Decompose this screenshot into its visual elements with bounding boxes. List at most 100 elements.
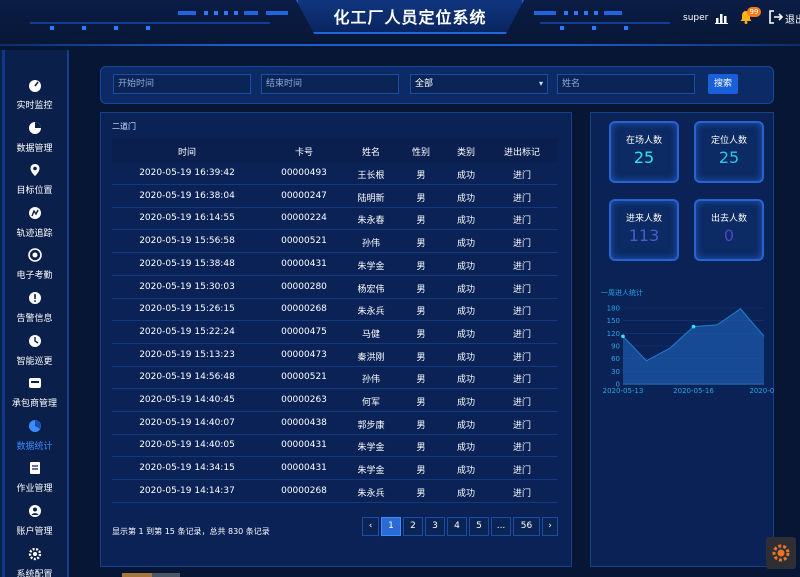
table-cell: 00000521	[281, 372, 327, 383]
sidebar-item-label: 作业管理	[16, 484, 53, 495]
table-cell: 00000473	[281, 349, 327, 360]
table-cell: 朱永兵	[357, 307, 385, 318]
weekly-entry-chart: 18015012090603002020-05-13 2020-05-16 2020…	[603, 305, 774, 395]
table-cell: 00000247	[281, 190, 327, 201]
table-cell: 进门	[512, 375, 531, 386]
sidebar-item[interactable]: 轨迹追踪	[0, 202, 69, 244]
table-cell: 2020-05-19 15:22:24	[139, 326, 235, 337]
table-cell: 男	[416, 239, 426, 250]
header-deco	[178, 11, 196, 15]
name-input[interactable]: 姓名	[557, 74, 695, 94]
sidebar-item[interactable]: 目标位置	[0, 159, 69, 201]
row-divider	[112, 184, 558, 185]
next-page-button[interactable]: ›	[542, 517, 558, 536]
column-header[interactable]: 性别	[401, 145, 441, 158]
task-icon	[30, 462, 40, 475]
header-deco	[574, 11, 578, 15]
page-button[interactable]: ...	[491, 517, 511, 536]
y-tick-label: 30	[611, 368, 620, 376]
table-cell: 男	[416, 329, 426, 340]
header-deco	[594, 11, 598, 15]
table-cell: 2020-05-19 16:38:04	[139, 190, 235, 201]
settings-float-button[interactable]	[766, 537, 796, 569]
header-deco	[604, 11, 622, 15]
table-cell: 男	[416, 443, 426, 454]
pie-chart-icon	[29, 121, 41, 134]
sidebar-item[interactable]: 智能巡更	[0, 330, 69, 372]
sidebar-item-label: 电子考勤	[16, 271, 53, 282]
table-cell: 00000475	[281, 326, 327, 337]
in-count-card: 进来人数 113	[609, 199, 679, 261]
table-cell: 进门	[512, 171, 531, 181]
table-cell: 男	[416, 261, 426, 272]
column-header[interactable]: 卡号	[264, 145, 344, 158]
table-cell: 进门	[512, 216, 531, 227]
bar-chart-icon[interactable]	[714, 9, 730, 25]
end-time-input[interactable]: 结束时间	[261, 74, 399, 94]
sidebar-item[interactable]: 数据统计	[0, 415, 69, 457]
settings-icon	[28, 547, 42, 560]
table-cell: 男	[416, 398, 426, 408]
page-button[interactable]: 56	[513, 517, 540, 536]
table-cell: 成功	[456, 488, 475, 499]
column-header[interactable]: 类别	[446, 145, 486, 158]
row-divider	[112, 206, 558, 208]
sidebar-item[interactable]: 电子考勤	[0, 244, 69, 286]
table-cell: 2020-05-19 16:14:55	[139, 213, 235, 224]
type-select[interactable]: 全部 ▾	[410, 74, 548, 94]
sidebar-item[interactable]: 数据管理	[0, 117, 69, 159]
column-header[interactable]: 姓名	[341, 145, 401, 158]
table-cell: 郭步康	[357, 420, 385, 431]
sidebar-item-label: 告警信息	[16, 314, 53, 324]
table-cell: 男	[416, 375, 426, 386]
sidebar-item[interactable]: 实时监控	[0, 74, 69, 116]
table-cell: 男	[416, 488, 426, 499]
column-header[interactable]: 进出标记	[492, 145, 552, 158]
table-cell: 朱学金	[357, 443, 385, 454]
page-button[interactable]: 2	[403, 517, 423, 536]
sidebar-item-label: 账户管理	[16, 527, 53, 537]
sidebar-item[interactable]: 作业管理	[0, 457, 69, 499]
taskbar-strip	[122, 573, 152, 577]
row-divider	[112, 479, 558, 481]
table-cell: 朱学金	[357, 466, 385, 477]
table-cell: 2020-05-19 16:39:42	[139, 168, 235, 178]
sidebar-item[interactable]: 承包商管理	[0, 372, 69, 414]
prev-page-button[interactable]: ‹	[362, 517, 379, 536]
logout-button[interactable]: 退出	[785, 11, 800, 26]
stat-label: 在场人数	[625, 136, 662, 146]
sidebar-item[interactable]: 账户管理	[0, 500, 69, 542]
table-cell: 成功	[456, 193, 475, 204]
table-cell: 朱永春	[357, 216, 385, 227]
table-cell: 00000431	[281, 258, 327, 269]
sidebar-item[interactable]: 系统配置	[0, 543, 69, 577]
table-cell: 进门	[512, 284, 531, 295]
table-cell: 成功	[456, 261, 475, 272]
start-time-input[interactable]: 开始时间	[113, 74, 251, 94]
page-button[interactable]: 5	[469, 517, 489, 536]
search-button[interactable]: 搜索	[708, 74, 738, 94]
header-deco	[224, 11, 228, 15]
table-cell: 00000268	[281, 485, 327, 496]
map-pin-icon	[30, 164, 40, 177]
stat-label: 出去人数	[710, 214, 747, 224]
chevron-down-icon: ▾	[538, 79, 543, 88]
sidebar-item[interactable]: 告警信息	[0, 287, 69, 329]
header-divider	[0, 44, 800, 46]
logout-icon[interactable]	[768, 9, 784, 25]
page-button[interactable]: 3	[425, 517, 445, 536]
sidebar-item-label: 承包商管理	[11, 399, 57, 410]
table-cell: 2020-05-19 15:30:03	[139, 281, 235, 292]
table-cell: 成功	[456, 466, 475, 477]
page-button[interactable]: 4	[447, 517, 467, 536]
table-cell: 男	[416, 420, 426, 431]
dashboard-icon	[29, 80, 41, 92]
table-cell: 2020-05-19 15:56:58	[139, 236, 235, 247]
y-tick-label: 180	[607, 305, 620, 313]
table-cell: 00000280	[281, 281, 327, 292]
table-cell: 成功	[456, 216, 475, 227]
column-header[interactable]: 时间	[127, 145, 247, 158]
user-name[interactable]: super	[683, 13, 708, 23]
page-button[interactable]: 1	[381, 517, 401, 536]
header-deco	[214, 11, 218, 15]
